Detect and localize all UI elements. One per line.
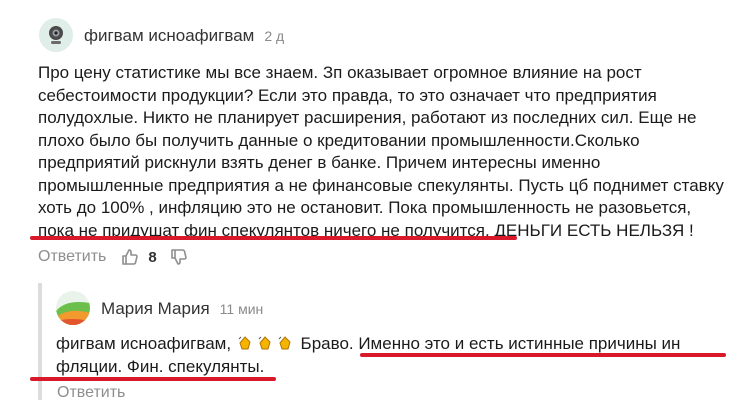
comment-line: полудохлые. Никто не планирует расширени… (38, 108, 697, 127)
highlight-underline (30, 236, 517, 240)
reply-text-part: Браво. Именно это и есть истинные причин… (295, 334, 681, 353)
comment-author[interactable]: фигвам исноафигвам (84, 26, 254, 46)
reply-actions: Ответить (57, 384, 139, 402)
clap-emoji-icon (236, 334, 254, 352)
highlight-underline (360, 353, 726, 357)
thumbs-up-icon[interactable] (120, 247, 140, 267)
comment-line: хоть до 100% , инфляцию это не остановит… (38, 198, 692, 217)
reply-thread-line (38, 283, 42, 400)
comment-line: плохо было бы получить данные о кредитов… (38, 130, 640, 150)
reply-header: Мария Мария 11 мин (101, 299, 263, 319)
comment-line: себестоимости продукции? Если это правда… (38, 85, 657, 105)
comment-actions: Ответить 8 (38, 247, 189, 267)
leaf-avatar-icon (56, 291, 90, 325)
comment-header: фигвам исноафигвам 2 д (84, 26, 284, 46)
webcam-icon (49, 26, 63, 44)
comment-time: 2 д (264, 28, 285, 44)
comment-text: Про цену статистике мы все знаем. Зп ока… (38, 62, 750, 242)
user-avatar[interactable] (39, 18, 73, 52)
comment-line: предприятий рискнули взять денег в банке… (38, 153, 601, 172)
like-count: 8 (148, 248, 157, 266)
thumbs-down-icon[interactable] (169, 247, 189, 267)
reply-time: 11 мин (219, 301, 264, 317)
comment-line: Про цену статистике мы все знаем. Зп ока… (38, 63, 642, 82)
highlight-underline (30, 377, 276, 381)
reply-line: фляции. Фин. спекулянты. (56, 356, 265, 376)
comment-line: промышленные предприятия а не финансовые… (38, 175, 724, 195)
clap-emoji-icon (276, 334, 294, 352)
reply-avatar[interactable] (56, 291, 90, 325)
reply-reply-button[interactable]: Ответить (57, 384, 125, 402)
clap-emoji-icon (256, 334, 274, 352)
reply-button[interactable]: Ответить (38, 248, 106, 266)
reply-author[interactable]: Мария Мария (101, 299, 210, 319)
reply-mention[interactable]: фигвам исноафигвам, (56, 334, 231, 353)
